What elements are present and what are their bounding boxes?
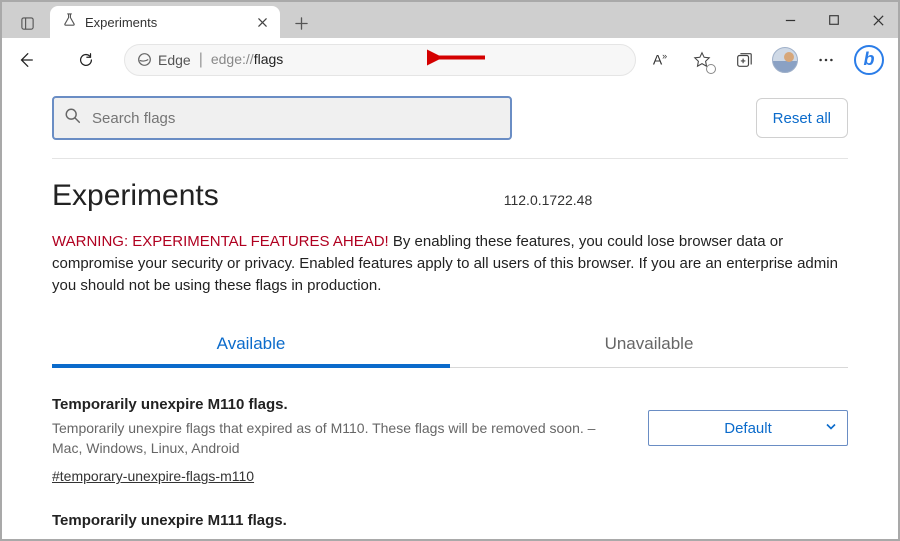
maximize-button[interactable] (824, 10, 844, 30)
more-button[interactable] (812, 46, 840, 74)
tab-unavailable[interactable]: Unavailable (450, 324, 848, 367)
browser-window: Experiments (0, 0, 900, 541)
version-label: 112.0.1722.48 (504, 192, 593, 208)
flag-select[interactable]: Default (648, 410, 848, 446)
site-identity: Edge (137, 52, 191, 68)
reset-all-button[interactable]: Reset all (756, 98, 848, 138)
refresh-button[interactable] (72, 46, 100, 74)
toolbar: Edge | edge://flags A» (2, 38, 898, 82)
search-row: Reset all (52, 82, 848, 159)
titlebar: Experiments (2, 2, 898, 38)
flag-text: Temporarily unexpire M110 flags. Tempora… (52, 396, 628, 486)
flask-icon (62, 12, 77, 32)
tab-strip: Experiments (2, 2, 316, 38)
site-label: Edge (158, 52, 191, 68)
collections-button[interactable] (730, 46, 758, 74)
flag-title: Temporarily unexpire M110 flags. (52, 396, 628, 413)
warning-heading: WARNING: EXPERIMENTAL FEATURES AHEAD! (52, 233, 389, 250)
search-input[interactable] (92, 110, 500, 127)
chevron-down-icon (825, 420, 837, 437)
close-tab-button[interactable] (254, 14, 270, 30)
tab-label: Experiments (85, 15, 246, 30)
tab-actions-button[interactable] (10, 8, 44, 38)
page-content: Reset all Experiments 112.0.1722.48 WARN… (2, 82, 898, 535)
page-title: Experiments (52, 179, 219, 213)
separator: | (199, 51, 203, 69)
address-bar[interactable]: Edge | edge://flags (124, 44, 636, 76)
page-header: Experiments 112.0.1722.48 (52, 159, 848, 213)
search-flags-box[interactable] (52, 96, 512, 140)
window-controls (780, 2, 894, 38)
close-window-button[interactable] (868, 10, 888, 30)
profile-avatar[interactable] (772, 47, 798, 73)
favorites-button[interactable] (688, 46, 716, 74)
annotation-arrow (427, 45, 487, 74)
minimize-button[interactable] (780, 10, 800, 30)
search-icon (64, 107, 82, 130)
flag-text: Temporarily unexpire M111 flags. (52, 512, 848, 535)
flag-description: Temporarily unexpire flags that expired … (52, 419, 628, 458)
favorites-badge (706, 64, 716, 74)
flag-title: Temporarily unexpire M111 flags. (52, 512, 848, 529)
warning-text: WARNING: EXPERIMENTAL FEATURES AHEAD! By… (52, 231, 848, 296)
new-tab-button[interactable] (286, 8, 316, 38)
tab-available[interactable]: Available (52, 324, 450, 368)
flag-item: Temporarily unexpire M111 flags. (52, 486, 848, 535)
flag-select-value: Default (724, 420, 772, 437)
edge-icon (137, 52, 152, 67)
section-tabs: Available Unavailable (52, 324, 848, 368)
bing-button[interactable]: b (854, 45, 884, 75)
toolbar-actions: A» b (646, 45, 888, 75)
back-button[interactable] (12, 46, 40, 74)
browser-tab[interactable]: Experiments (50, 6, 280, 38)
url-text: edge://flags (211, 51, 283, 69)
flag-anchor-link[interactable]: #temporary-unexpire-flags-m110 (52, 468, 254, 484)
read-aloud-button[interactable]: A» (646, 46, 674, 74)
flag-item: Temporarily unexpire M110 flags. Tempora… (52, 368, 848, 486)
